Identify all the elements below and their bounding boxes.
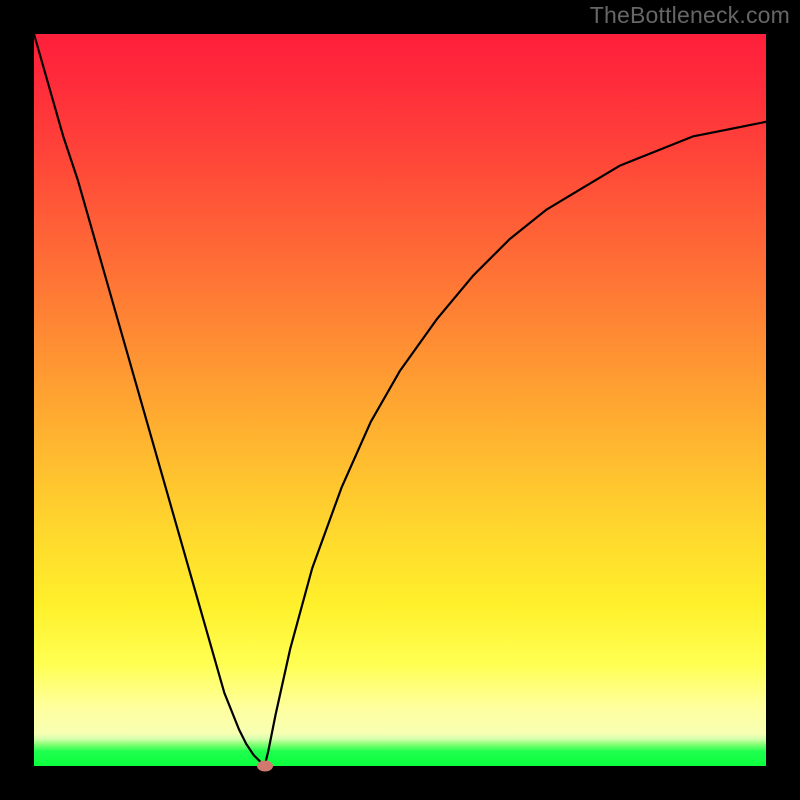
- chart-frame: TheBottleneck.com: [0, 0, 800, 800]
- bottleneck-curve: [34, 34, 766, 766]
- watermark-text: TheBottleneck.com: [590, 2, 790, 29]
- minimum-marker: [257, 761, 273, 772]
- plot-area: [34, 34, 766, 766]
